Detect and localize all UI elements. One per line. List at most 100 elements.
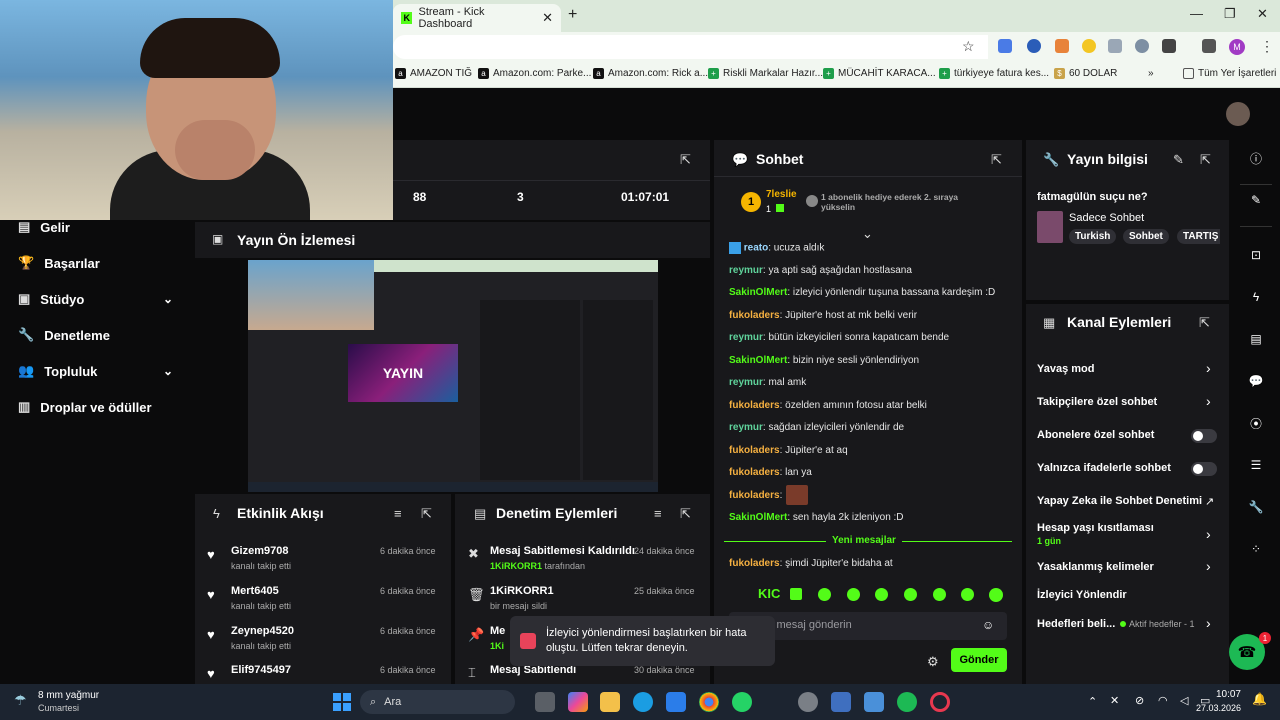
close-tab-icon[interactable]: ✕	[542, 10, 553, 26]
chat-username[interactable]: fukoladers	[729, 400, 780, 411]
emotes-only-toggle[interactable]	[1191, 462, 1217, 476]
extension-icon[interactable]	[1027, 39, 1041, 53]
minimize-icon[interactable]: —	[1190, 6, 1203, 21]
file-explorer-icon[interactable]	[600, 692, 620, 712]
wrench-icon[interactable]: 🔧	[1245, 496, 1267, 518]
notepad-icon[interactable]	[864, 692, 884, 712]
list-icon[interactable]: ☰	[1245, 454, 1267, 476]
nav-item-basarilar[interactable]: 🏆 Başarılar	[18, 255, 100, 271]
spotify-icon[interactable]	[897, 692, 917, 712]
tray-icon[interactable]: ⊘	[1135, 694, 1144, 707]
chevron-right-icon[interactable]: ›	[1206, 558, 1211, 574]
mic-muted-icon[interactable]: ✕	[1110, 694, 1119, 707]
action-slow-mode[interactable]: Yavaş mod	[1037, 363, 1094, 375]
extension-icon[interactable]	[1082, 39, 1096, 53]
edge-icon[interactable]	[633, 692, 653, 712]
bookmark[interactable]: $60 DOLAR	[1054, 68, 1117, 79]
star-icon[interactable]: ☆	[962, 38, 975, 55]
bookmark[interactable]: + türkiyeye fatura kes...	[939, 68, 1049, 79]
chat-username[interactable]: reymur	[729, 422, 763, 433]
more-bookmarks-icon[interactable]: »	[1148, 68, 1154, 79]
chevron-right-icon[interactable]: ›	[1206, 360, 1211, 376]
weather-text[interactable]: 8 mm yağmur	[38, 690, 99, 701]
popout-icon[interactable]: ⇱	[680, 506, 691, 522]
subscribers-only-toggle[interactable]	[1191, 429, 1217, 443]
camera-icon[interactable]: ⊡	[1245, 244, 1267, 266]
whatsapp-icon[interactable]	[732, 692, 752, 712]
weather-icon[interactable]: ☂	[14, 692, 27, 709]
send-button[interactable]: Gönder	[951, 648, 1007, 672]
user-avatar[interactable]	[1226, 102, 1250, 126]
external-link-icon[interactable]: ↗	[1205, 495, 1214, 508]
emote-icon[interactable]	[790, 588, 802, 600]
nav-item-topluluk[interactable]: 👥 Topluluk ⌄	[18, 363, 188, 379]
action-account-age[interactable]: Hesap yaşı kısıtlaması	[1037, 522, 1154, 534]
edit-pencil-icon[interactable]: ✎	[1173, 152, 1184, 168]
nav-item-droplar[interactable]: ▥ Droplar ve ödüller	[18, 399, 152, 415]
settings-gear-icon[interactable]: ⚙	[927, 654, 939, 670]
chat-bubble-icon[interactable]: 💬	[1245, 370, 1267, 392]
bookmark[interactable]: + Riskli Markalar Hazır...	[708, 68, 823, 79]
url-field[interactable]	[393, 35, 988, 59]
emote-icon[interactable]	[989, 588, 1003, 602]
translate-icon[interactable]	[998, 39, 1012, 53]
nav-item-studyo[interactable]: ▣ Stüdyo ⌄	[18, 291, 188, 307]
bookmark[interactable]: a Amazon.com: Rick a...	[593, 68, 708, 79]
copilot-icon[interactable]	[568, 692, 588, 712]
chat-username[interactable]: reato	[744, 243, 768, 254]
stream-category[interactable]: Sadece Sohbet	[1069, 212, 1144, 224]
activity-user[interactable]: Mert6405	[231, 585, 279, 597]
media-icon[interactable]	[1202, 39, 1216, 53]
action-raid[interactable]: İzleyici Yönlendir	[1037, 589, 1127, 601]
task-view-icon[interactable]	[535, 692, 555, 712]
chat-username[interactable]: fukoladers	[729, 310, 780, 321]
mod-action-name[interactable]: 1KiRKORR1	[490, 585, 554, 597]
extension-icon[interactable]	[1135, 39, 1149, 53]
chat-username[interactable]: reymur	[729, 377, 763, 388]
popout-icon[interactable]: ⇱	[680, 152, 691, 168]
activity-user[interactable]: Elif9745497	[231, 664, 291, 676]
filter-icon[interactable]: ≡	[654, 506, 662, 521]
info-icon[interactable]: ⓘ	[1245, 147, 1267, 169]
popout-icon[interactable]: ⇱	[1199, 315, 1210, 331]
expand-pinned-icon[interactable]: ⌄	[862, 226, 873, 242]
bookmark[interactable]: a AMAZON TIĞ	[395, 68, 472, 79]
tag-pill[interactable]: Sohbet	[1123, 229, 1169, 244]
chat-username[interactable]: fukoladers	[729, 467, 780, 478]
emoji-icon[interactable]: ☺	[982, 618, 994, 632]
chrome-icon[interactable]	[699, 692, 719, 712]
close-window-icon[interactable]: ✕	[1257, 6, 1268, 22]
activity-user[interactable]: Zeynep4520	[231, 625, 294, 637]
calculator-icon[interactable]	[831, 692, 851, 712]
chat-username[interactable]: fukoladers	[729, 490, 780, 501]
nav-item-denetleme[interactable]: 🔧 Denetleme	[18, 327, 110, 343]
kick-emote-icon[interactable]: KIC	[758, 586, 780, 601]
category-thumbnail[interactable]	[1037, 211, 1063, 243]
chat-username[interactable]: fukoladers	[729, 445, 780, 456]
shield-icon[interactable]	[1108, 39, 1122, 53]
bolt-icon[interactable]: ϟ	[1245, 286, 1267, 308]
notifications-icon[interactable]: 🔔	[1252, 692, 1267, 706]
tag-pill[interactable]: TARTIŞ	[1177, 229, 1220, 244]
clock-date[interactable]: 27.03.2026	[1190, 703, 1241, 713]
new-tab-button[interactable]: +	[568, 6, 577, 24]
action-goals[interactable]: Hedefleri beli...	[1037, 618, 1115, 630]
tray-chevron-icon[interactable]: ⌃	[1088, 695, 1097, 708]
emote-icon[interactable]	[818, 588, 831, 601]
browser-tab[interactable]: K Stream - Kick Dashboard ✕	[393, 4, 561, 32]
bookmark[interactable]: a Amazon.com: Parke...	[478, 68, 591, 79]
puzzle-icon[interactable]	[1162, 39, 1176, 53]
action-followers-only[interactable]: Takipçilere özel sohbet	[1037, 396, 1157, 408]
mod-action-user[interactable]: 1KiRKORR1	[490, 561, 542, 571]
menu-icon[interactable]: ⋮	[1260, 38, 1274, 55]
chat-username[interactable]: reymur	[729, 265, 763, 276]
action-banned-words[interactable]: Yasaklanmış kelimeler	[1037, 561, 1154, 573]
taskbar-search[interactable]: ⌕ Ara	[360, 690, 515, 714]
all-bookmarks-folder[interactable]: Tüm Yer İşaretleri	[1183, 68, 1276, 79]
apps-icon[interactable]: ⁘	[1245, 538, 1267, 560]
action-ai-moderation[interactable]: Yapay Zeka ile Sohbet Denetimi	[1037, 495, 1202, 507]
maximize-icon[interactable]: ❐	[1224, 6, 1236, 22]
document-icon[interactable]: ▤	[1245, 328, 1267, 350]
emote-icon[interactable]	[904, 588, 917, 601]
mod-action-user[interactable]: 1Ki	[490, 641, 504, 651]
